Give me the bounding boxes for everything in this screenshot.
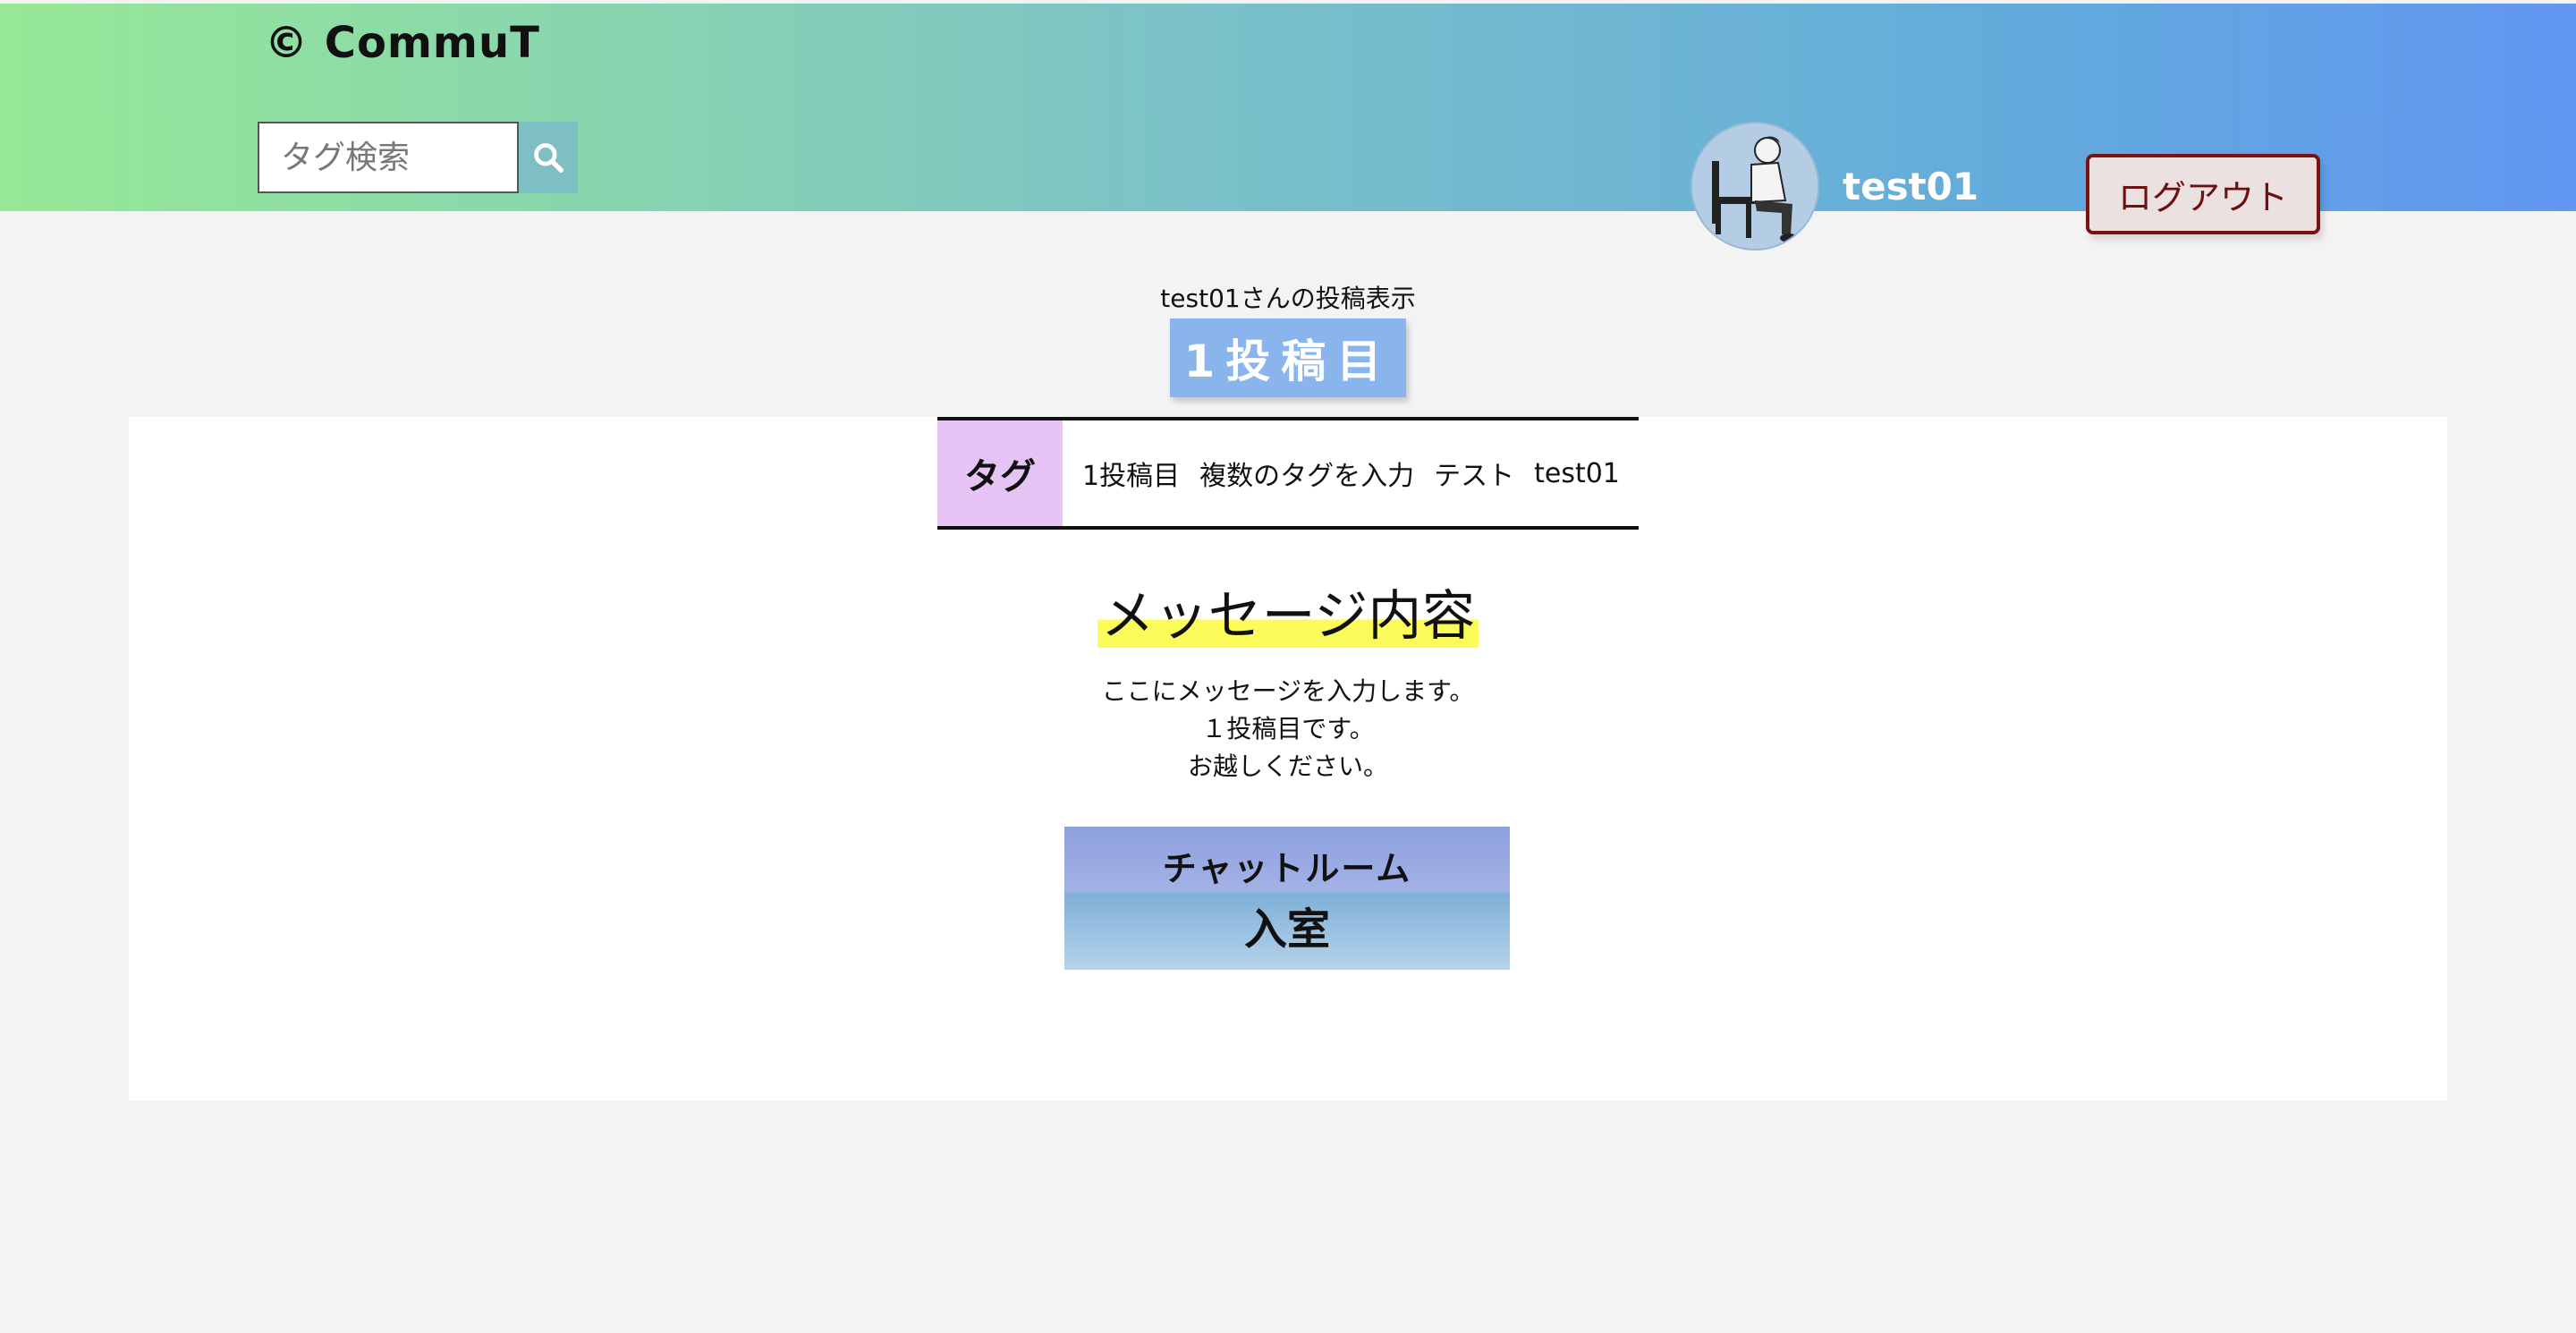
tag-item[interactable]: 1投稿目 bbox=[1082, 454, 1180, 493]
tag-list: 1投稿目 複数のタグを入力 テスト test01 bbox=[1063, 420, 1620, 526]
avatar-illustration bbox=[1692, 123, 1818, 249]
message-heading-text: メッセージ内容 bbox=[1097, 585, 1479, 648]
message-line: お越しください。 bbox=[1187, 751, 1388, 781]
tag-search-form bbox=[258, 122, 578, 193]
post-title: 1投稿目 bbox=[1170, 318, 1406, 397]
site-header: © CommuT test01 ログアウト bbox=[0, 4, 2576, 250]
tag-item[interactable]: test01 bbox=[1534, 458, 1620, 489]
tag-item[interactable]: テスト bbox=[1434, 454, 1514, 493]
tag-item[interactable]: 複数のタグを入力 bbox=[1199, 454, 1414, 493]
site-logo[interactable]: © CommuT bbox=[265, 18, 540, 68]
message-line: １投稿目です。 bbox=[1201, 714, 1375, 743]
post-owner-caption: test01さんの投稿表示 bbox=[1160, 284, 1416, 313]
chat-button-line1: チャットルーム bbox=[1162, 850, 1412, 888]
search-button[interactable] bbox=[519, 122, 578, 193]
username[interactable]: test01 bbox=[1843, 165, 1979, 208]
avatar[interactable] bbox=[1690, 122, 1819, 250]
search-icon bbox=[534, 143, 564, 173]
logout-button[interactable]: ログアウト bbox=[2086, 154, 2320, 234]
tag-row: タグ 1投稿目 複数のタグを入力 テスト test01 bbox=[937, 417, 1639, 530]
enter-chatroom-button[interactable]: チャットルーム 入室 bbox=[1064, 827, 1510, 970]
chat-button-line2: 入室 bbox=[1243, 905, 1330, 954]
message-heading: メッセージ内容 bbox=[0, 573, 2576, 650]
message-line: ここにメッセージを入力します。 bbox=[1101, 676, 1475, 706]
tag-search-input[interactable] bbox=[258, 122, 519, 193]
tag-label: タグ bbox=[937, 420, 1063, 526]
message-body: ここにメッセージを入力します。 １投稿目です。 お越しください。 bbox=[0, 673, 2576, 785]
